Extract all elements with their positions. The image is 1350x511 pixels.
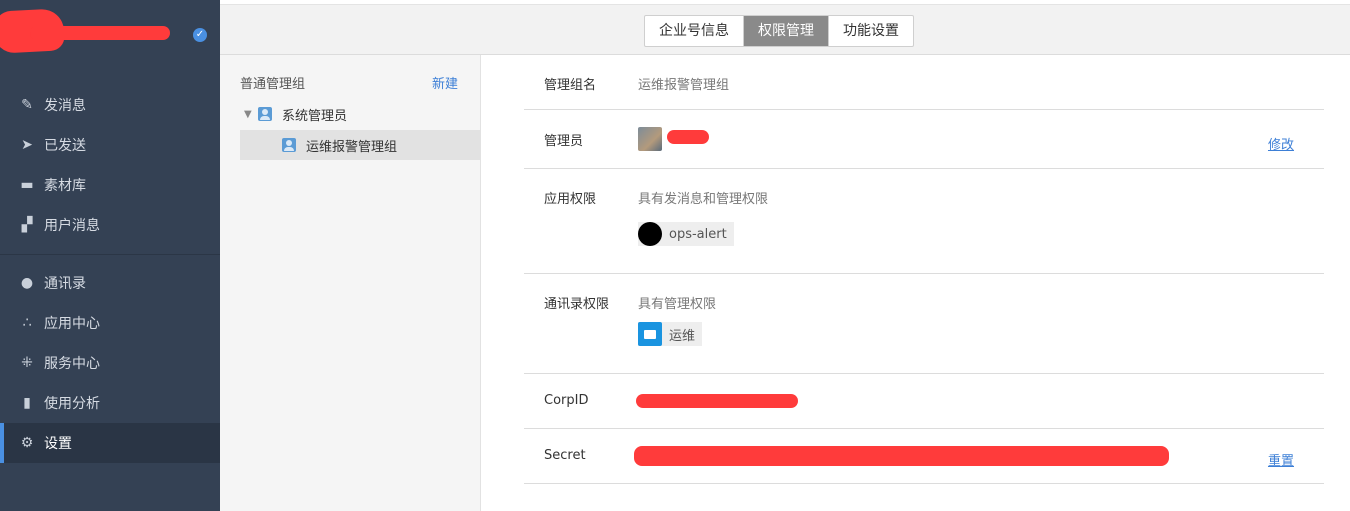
user-icon: ● (20, 275, 34, 291)
chip-icon: ⁜ (21, 355, 33, 371)
send-icon: ➤ (21, 137, 33, 153)
nav-label: 应用中心 (44, 316, 100, 332)
row-app-permissions: 应用权限 具有发消息和管理权限 ops-alert (524, 169, 1324, 274)
nav-label: 发消息 (44, 98, 86, 114)
group-icon (282, 138, 296, 152)
row-group-name: 管理组名 运维报警管理组 (524, 55, 1324, 110)
nav-label: 服务中心 (44, 356, 100, 372)
nav-label: 素材库 (44, 178, 86, 194)
group-icon (258, 107, 272, 121)
nav-item-send-message[interactable]: ✎ 发消息 (0, 85, 220, 125)
redacted-admin-name (667, 130, 709, 144)
nav-item-service-center[interactable]: ⁜ 服务中心 (0, 343, 220, 383)
apps-icon: ∴ (22, 315, 32, 331)
sidebar-divider (0, 254, 220, 255)
redacted-corpid (636, 394, 798, 408)
nav-label: 通讯录 (44, 276, 86, 292)
nav-item-settings[interactable]: ⚙ 设置 (0, 423, 220, 463)
nav-label: 已发送 (44, 138, 86, 154)
row-admins: 管理员 修改 (524, 110, 1324, 169)
new-group-link[interactable]: 新建 (432, 73, 458, 92)
row-secret: Secret 重置 (524, 429, 1324, 484)
tab-feature-settings[interactable]: 功能设置 (829, 16, 913, 46)
group-name-label: 管理组名 (544, 78, 597, 93)
app-chip: ops-alert (638, 222, 734, 246)
gear-icon: ⚙ (20, 435, 34, 451)
nav-item-contacts[interactable]: ● 通讯录 (0, 263, 220, 303)
nav-label: 用户消息 (44, 218, 100, 234)
corpid-label: CorpID (544, 393, 589, 408)
app-permission-value: 具有发消息和管理权限 (638, 192, 769, 207)
nav-item-user-messages[interactable]: ▞ 用户消息 (0, 205, 220, 245)
verified-icon: ✓ (193, 28, 207, 42)
account-header[interactable]: ✓ (0, 4, 220, 54)
tab-corp-info[interactable]: 企业号信息 (645, 16, 744, 46)
avatar[interactable] (638, 127, 662, 151)
tree-node-ops-alert-group[interactable]: 运维报警管理组 (240, 130, 480, 160)
redacted-secret (634, 446, 1169, 466)
contacts-permission-value: 具有管理权限 (638, 297, 717, 312)
reset-secret-link[interactable]: 重置 (1268, 450, 1294, 469)
nav-group-messages: ✎ 发消息 ➤ 已发送 ▬ 素材库 ▞ 用户消息 (0, 85, 220, 245)
tree-node-system-admin[interactable]: ▼ 系统管理员 (244, 99, 347, 129)
chat-icon: ▞ (21, 217, 33, 233)
admin-label: 管理员 (544, 134, 584, 149)
nav-item-sent[interactable]: ➤ 已发送 (0, 125, 220, 165)
folder-icon (638, 322, 662, 346)
app-name: ops-alert (669, 226, 727, 242)
app-avatar-icon (638, 222, 662, 246)
department-chip: 运维 (638, 322, 703, 346)
nav-group-management: ● 通讯录 ∴ 应用中心 ⁜ 服务中心 ▮ 使用分析 ⚙ 设置 (0, 263, 220, 463)
nav-item-analytics[interactable]: ▮ 使用分析 (0, 383, 220, 423)
row-contacts-permissions: 通讯录权限 具有管理权限 运维 (524, 274, 1324, 374)
nav-label: 使用分析 (44, 396, 100, 412)
row-corpid: CorpID (524, 374, 1324, 429)
contacts-permission-label: 通讯录权限 (544, 297, 610, 312)
secret-label: Secret (544, 448, 586, 463)
admin-group-tree: 普通管理组 新建 ▼ 系统管理员 运维报警管理组 (220, 55, 481, 511)
redacted-account-name (30, 26, 170, 40)
expand-caret-icon[interactable]: ▼ (244, 109, 258, 120)
tab-permissions[interactable]: 权限管理 (744, 16, 829, 46)
department-name: 运维 (669, 328, 696, 344)
bar-chart-icon: ▮ (23, 395, 31, 411)
group-name-value: 运维报警管理组 (638, 78, 730, 93)
sidebar: ✓ ✎ 发消息 ➤ 已发送 ▬ 素材库 ▞ 用户消息 ● 通讯录 ∴ 应用中心 (0, 0, 220, 511)
nav-label: 设置 (44, 436, 72, 452)
pencil-icon: ✎ (21, 97, 33, 113)
nav-item-materials[interactable]: ▬ 素材库 (0, 165, 220, 205)
edit-admins-link[interactable]: 修改 (1268, 134, 1294, 153)
app-permission-label: 应用权限 (544, 192, 597, 207)
tree-node-label: 系统管理员 (282, 108, 348, 124)
folder-icon: ▬ (20, 177, 34, 193)
tree-node-label: 运维报警管理组 (306, 139, 398, 155)
tree-title: 普通管理组 (240, 77, 306, 92)
settings-tabs: 企业号信息 权限管理 功能设置 (644, 15, 914, 47)
nav-item-app-center[interactable]: ∴ 应用中心 (0, 303, 220, 343)
top-bar: 企业号信息 权限管理 功能设置 (220, 4, 1350, 55)
